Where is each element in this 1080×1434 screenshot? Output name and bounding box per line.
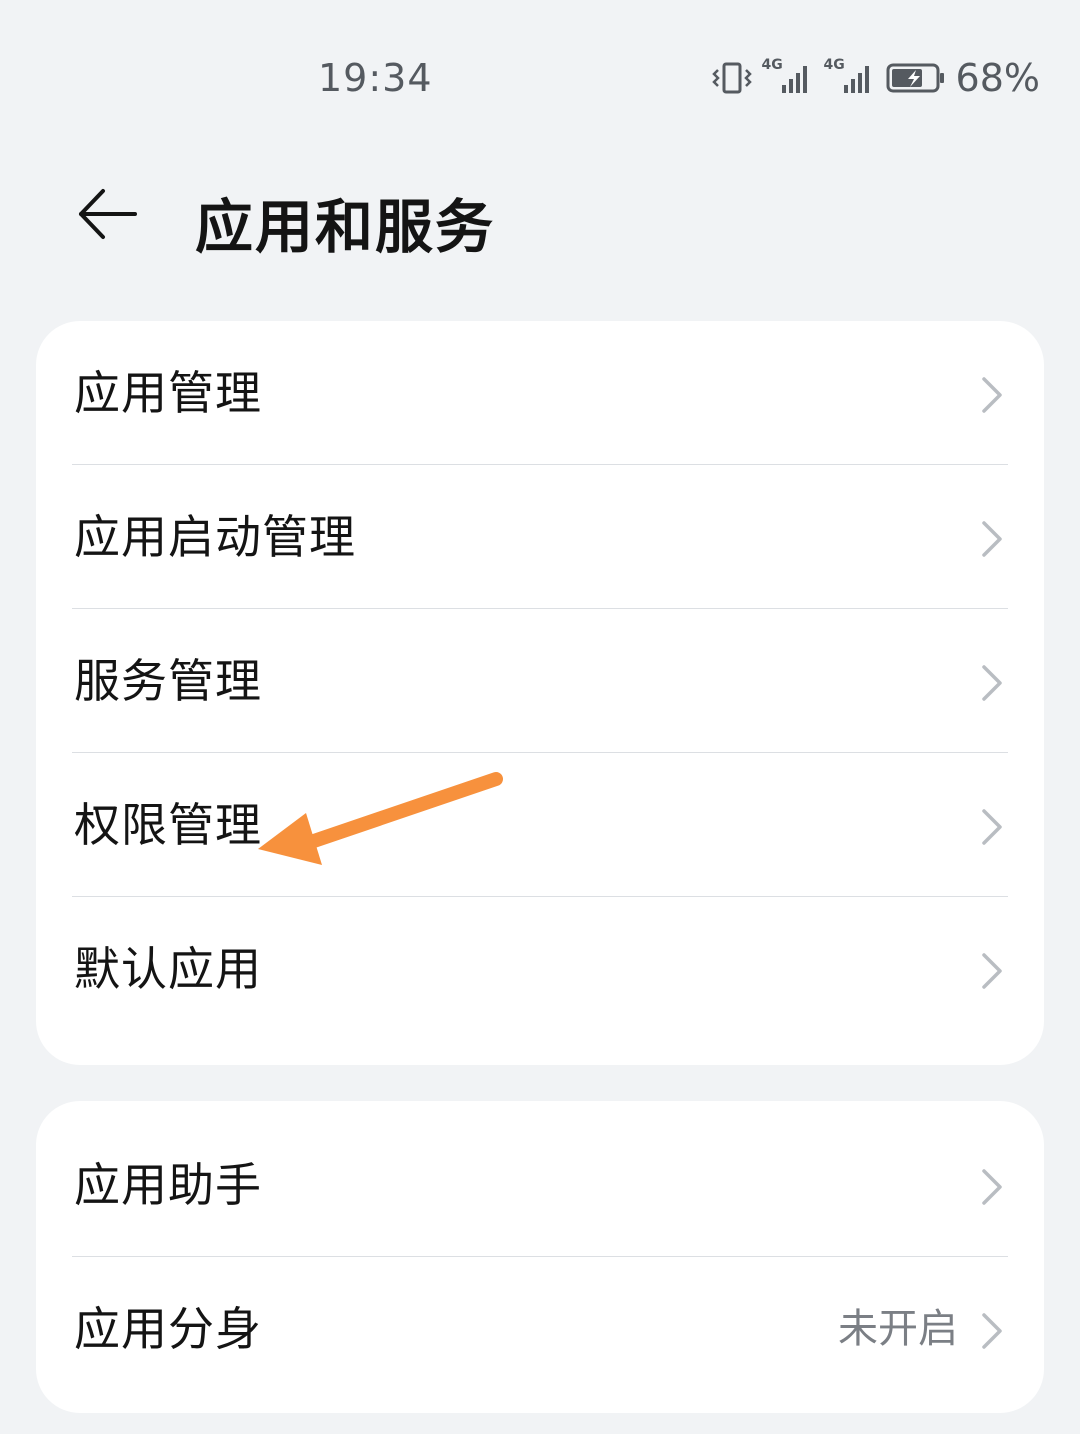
chevron-right-icon (982, 521, 1002, 557)
settings-item-label: 应用分身 (74, 1302, 262, 1356)
page-title: 应用和服务 (195, 193, 496, 261)
chevron-right-icon (982, 1169, 1002, 1205)
settings-item-app-assistant[interactable]: 应用助手 (36, 1113, 1044, 1257)
settings-item-label: 权限管理 (74, 798, 262, 852)
settings-item-label: 默认应用 (74, 942, 262, 996)
settings-item-status: 未开启 (838, 1306, 958, 1352)
chevron-right-icon (982, 377, 1002, 413)
settings-group-1: 应用管理 应用启动管理 服务管理 权限管理 默认应用 (36, 321, 1044, 1065)
chevron-right-icon (982, 1313, 1002, 1349)
battery-charging-icon (886, 61, 946, 95)
back-arrow-icon (79, 189, 137, 239)
settings-group-2: 应用助手 应用分身 未开启 (36, 1101, 1044, 1413)
settings-item-app-launch-management[interactable]: 应用启动管理 (36, 465, 1044, 609)
settings-item-default-apps[interactable]: 默认应用 (36, 897, 1044, 1041)
settings-item-label: 应用管理 (74, 366, 262, 420)
app-header: 应用和服务 (0, 160, 1080, 270)
settings-item-label: 应用启动管理 (74, 510, 356, 564)
status-icons: 4G 4G 68% (711, 56, 1040, 100)
status-bar: 19:34 4G 4G 68% (0, 0, 1080, 160)
battery-percent: 68% (955, 56, 1040, 100)
signal-icon-sim1: 4G (762, 57, 814, 95)
settings-item-app-twin[interactable]: 应用分身 未开启 (36, 1257, 1044, 1401)
settings-item-app-management[interactable]: 应用管理 (36, 321, 1044, 465)
signal-icon-sim2: 4G (824, 57, 876, 95)
chevron-right-icon (982, 665, 1002, 701)
settings-item-label: 服务管理 (74, 654, 262, 708)
chevron-right-icon (982, 953, 1002, 989)
chevron-right-icon (982, 809, 1002, 845)
status-time: 19:34 (318, 56, 433, 100)
settings-item-service-management[interactable]: 服务管理 (36, 609, 1044, 753)
settings-item-label: 应用助手 (74, 1158, 262, 1212)
vibrate-icon (711, 61, 752, 95)
back-button[interactable] (70, 182, 142, 246)
settings-item-permission-management[interactable]: 权限管理 (36, 753, 1044, 897)
